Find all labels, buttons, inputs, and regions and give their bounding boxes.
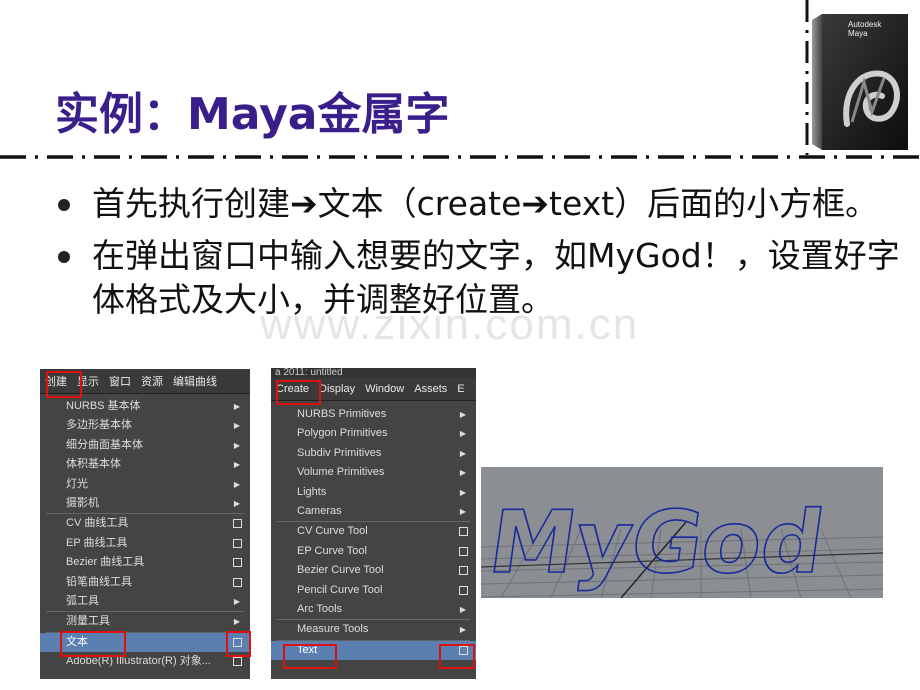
menu-item[interactable]: 多边形基本体 ▶ [40,416,250,435]
submenu-arrow-icon: ▶ [233,440,240,450]
watermark: www.zixin.com.cn [260,300,640,349]
menu-item-label: Pencil Curve Tool [297,583,383,596]
menu-item[interactable]: NURBS 基本体 ▶ [40,397,250,416]
submenu-arrow-icon: ▶ [233,498,240,508]
menu-item-label: 体积基本体 [66,458,121,471]
box-product-text: Maya [848,29,868,38]
menu-item-label: CV Curve Tool [297,525,368,538]
viewport-grid: MyGod [481,493,883,598]
option-box-icon[interactable] [233,558,242,568]
option-box-icon[interactable] [233,577,242,587]
submenu-arrow-icon: ▶ [459,487,466,497]
submenu-arrow-icon: ▶ [233,479,240,489]
submenu-arrow-icon: ▶ [459,429,466,439]
submenu-arrow-icon: ▶ [233,402,240,411]
menu-item[interactable]: 细分曲面基本体 ▶ [40,436,250,455]
option-box-icon[interactable] [459,546,468,556]
menu-item-label: 灯光 [66,477,88,490]
menu-item[interactable]: EP Curve Tool [271,542,476,561]
window-title: a 2011: untitled [271,368,476,378]
menu-item[interactable]: Bezier Curve Tool [271,561,476,580]
submenu-arrow-icon: ▶ [233,617,240,627]
submenu-arrow-icon: ▶ [233,460,240,470]
menu-item[interactable]: Lights ▶ [271,483,476,502]
menu-item[interactable]: 灯光 ▶ [40,475,250,494]
menu-item[interactable]: 测量工具 ▶ [40,612,250,631]
box-brand-text: Autodesk [848,20,882,29]
menu-bar-item[interactable]: Window [360,383,409,395]
submenu-arrow-icon: ▶ [459,625,466,635]
highlight-create-cn [46,371,82,398]
menu-item[interactable]: CV Curve Tool [271,522,476,541]
maya-product-box: Autodesk Maya [812,12,912,152]
menu-item-label: Measure Tools [297,623,369,636]
menu-item[interactable]: Measure Tools ▶ [271,620,476,639]
maya-viewport: MyGod [481,467,883,598]
viewport-3d-text: MyGod [483,493,830,593]
menu-item-label: 多边形基本体 [66,419,132,432]
submenu-arrow-icon: ▶ [459,604,466,614]
menu-item-label: Bezier Curve Tool [297,564,384,577]
menu-item-label: EP Curve Tool [297,544,367,557]
menu-bar-item[interactable]: 资源 [136,373,168,389]
menu-item-label: 铅笔曲线工具 [66,575,132,588]
menu-item-label: NURBS Primitives [297,408,387,420]
menu-bar-item[interactable]: 编辑曲线 [168,373,222,389]
menu-item-label: Subdiv Primitives [297,446,382,459]
highlight-text-cn [60,631,126,657]
menu-item[interactable]: Bezier 曲线工具 [40,553,250,572]
menu-item[interactable]: NURBS Primitives ▶ [271,405,476,424]
menu-item-label: Cameras [297,504,342,517]
menu-item[interactable]: Arc Tools ▶ [271,600,476,619]
menu-item[interactable]: Cameras ▶ [271,502,476,521]
menu-item[interactable]: Polygon Primitives ▶ [271,424,476,443]
menu-item[interactable]: Volume Primitives ▶ [271,463,476,482]
menu-item[interactable]: 弧工具 ▶ [40,592,250,611]
menu-item-label: NURBS 基本体 [66,400,141,412]
title-divider [0,155,920,159]
menu-item[interactable]: 体积基本体 ▶ [40,455,250,474]
menu-item-label: 摄影机 [66,496,99,509]
submenu-arrow-icon: ▶ [459,468,466,478]
option-box-icon[interactable] [459,585,468,595]
slide-title: 实例：Maya金属字 [55,89,450,140]
submenu-arrow-icon: ▶ [233,596,240,606]
menu-item-label: CV 曲线工具 [66,517,129,530]
highlight-text-option-en [439,644,475,669]
menu-bar-item[interactable]: Assets [409,383,452,395]
option-box-icon[interactable] [459,527,468,537]
submenu-arrow-icon: ▶ [459,506,466,516]
menu-item[interactable]: CV 曲线工具 [40,514,250,533]
option-box-icon[interactable] [233,519,242,529]
menu-item-label: Arc Tools [297,602,343,615]
menu-item[interactable]: EP 曲线工具 [40,534,250,553]
menu-item-label: Volume Primitives [297,466,385,479]
option-box-icon[interactable] [459,566,468,576]
menu-item-label: 细分曲面基本体 [66,438,143,451]
menu-item-label: EP 曲线工具 [66,536,128,549]
menu-item-label: Lights [297,485,327,498]
highlight-text-en [283,644,337,669]
submenu-arrow-icon: ▶ [459,448,466,458]
bullet-item: 首先执行创建➔文本（create➔text）后面的小方框。 [58,182,908,226]
submenu-arrow-icon: ▶ [233,421,240,431]
submenu-arrow-icon: ▶ [459,410,466,419]
menu-bar-item[interactable]: E [452,383,469,395]
highlight-text-option-cn [226,631,251,657]
menu-item-label: 弧工具 [66,594,99,607]
menu-item[interactable]: 摄影机 ▶ [40,494,250,513]
menu-item[interactable]: Subdiv Primitives ▶ [271,444,476,463]
option-box-icon[interactable] [233,538,242,548]
menu-item[interactable]: 铅笔曲线工具 [40,573,250,592]
menu-item[interactable]: Pencil Curve Tool [271,581,476,600]
menu-item-label: Bezier 曲线工具 [66,556,145,569]
menu-bar-item[interactable]: 窗口 [104,373,136,389]
maya-create-menu-english: a 2011: untitled Create Display Window Asse… [271,368,476,679]
highlight-create-en [276,380,321,405]
option-box-icon[interactable] [233,657,242,667]
menu-item-label: 测量工具 [66,615,110,628]
menu-item-label: Polygon Primitives [297,427,388,440]
